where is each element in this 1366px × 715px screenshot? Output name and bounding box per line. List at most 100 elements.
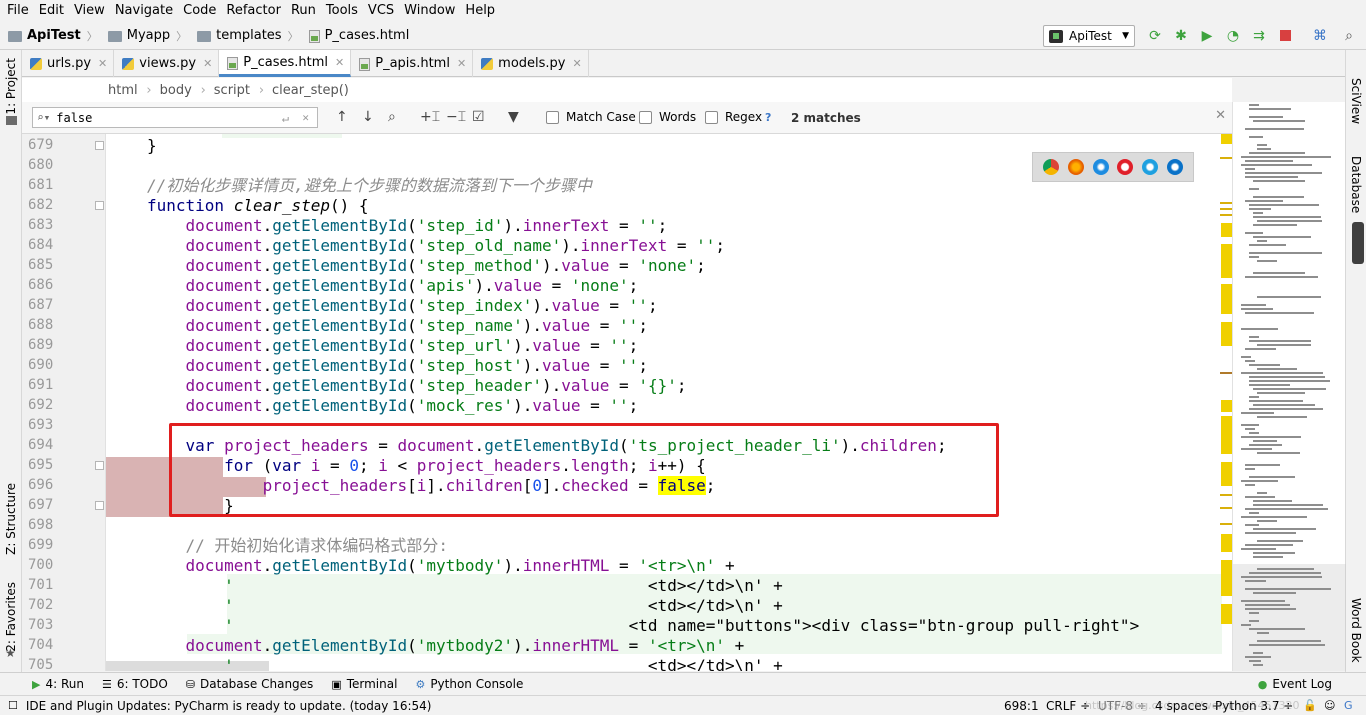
- menu-vcs[interactable]: VCS: [363, 0, 399, 22]
- google-icon[interactable]: G: [1344, 697, 1353, 715]
- sciview-tool-tab[interactable]: SciView: [1349, 78, 1363, 124]
- nav-file[interactable]: P_cases.html: [301, 22, 412, 50]
- next-occurrence-icon[interactable]: ↓: [362, 109, 374, 125]
- close-find-icon[interactable]: ✕: [1215, 108, 1226, 123]
- menu-help[interactable]: Help: [460, 0, 500, 22]
- menu-edit[interactable]: Edit: [34, 0, 69, 22]
- translate-icon[interactable]: ⌘: [1312, 28, 1328, 44]
- tab-p-cases[interactable]: P_cases.html ✕: [219, 50, 352, 77]
- fold-marker[interactable]: [95, 501, 104, 510]
- close-icon[interactable]: ✕: [98, 57, 107, 70]
- select-all-occurrences-icon[interactable]: ☑: [472, 109, 485, 125]
- breadcrumb-body[interactable]: body: [160, 83, 206, 98]
- error-stripe-mark[interactable]: [1221, 284, 1232, 314]
- regex-help-link[interactable]: ?: [765, 111, 771, 124]
- error-stripe-mark[interactable]: [1220, 494, 1232, 496]
- window-icon[interactable]: ☐: [8, 699, 18, 712]
- nav-folder-templates[interactable]: templates 〉: [189, 22, 300, 50]
- nav-project[interactable]: ApiTest 〉: [0, 22, 100, 50]
- chrome-icon[interactable]: [1043, 159, 1060, 175]
- menu-file[interactable]: File: [2, 0, 34, 22]
- tab-p-apis[interactable]: P_apis.html ✕: [351, 50, 474, 77]
- breadcrumb-html[interactable]: html: [108, 83, 151, 98]
- close-icon[interactable]: ✕: [203, 57, 212, 70]
- internet-explorer-icon[interactable]: [1141, 159, 1158, 175]
- clear-icon[interactable]: ✕: [302, 111, 309, 124]
- error-stripe-mark[interactable]: [1220, 372, 1232, 374]
- run-coverage-icon[interactable]: ▶: [1199, 28, 1215, 44]
- error-stripe-mark[interactable]: [1220, 214, 1232, 216]
- menu-navigate[interactable]: Navigate: [110, 0, 178, 22]
- find-all-icon[interactable]: ⌕: [388, 109, 396, 125]
- stop-icon[interactable]: [1277, 28, 1293, 44]
- close-icon[interactable]: ✕: [457, 57, 466, 70]
- database-changes-tool-tab[interactable]: ⛁ Database Changes: [178, 677, 324, 691]
- error-stripe-mark[interactable]: [1220, 208, 1232, 210]
- event-log-tool-tab[interactable]: ● Event Log: [1250, 677, 1342, 691]
- error-stripe-mark[interactable]: [1221, 134, 1232, 144]
- breadcrumb-script[interactable]: script: [214, 83, 265, 98]
- match-case-checkbox[interactable]: Match Case: [546, 110, 636, 124]
- fold-marker[interactable]: [95, 141, 104, 150]
- regex-checkbox[interactable]: Regex: [705, 110, 762, 124]
- tab-views[interactable]: views.py ✕: [114, 50, 220, 77]
- error-stripe-mark[interactable]: [1220, 523, 1232, 525]
- run-config-select[interactable]: ApiTest ▼: [1043, 25, 1135, 47]
- lock-icon[interactable]: 🔓: [1303, 697, 1317, 715]
- remove-occurrence-icon[interactable]: −⌶: [446, 109, 466, 125]
- find-input[interactable]: ⌕▾ false ↵ ✕: [32, 107, 318, 128]
- error-stripe-mark[interactable]: [1221, 604, 1232, 624]
- run-tool-tab[interactable]: ▶ 4: Run: [24, 677, 94, 691]
- line-separator[interactable]: CRLF ÷: [1046, 697, 1090, 715]
- menu-view[interactable]: View: [69, 0, 110, 22]
- python-console-tool-tab[interactable]: ⚙ Python Console: [407, 677, 533, 691]
- error-stripe-mark[interactable]: [1221, 223, 1232, 237]
- error-stripe-mark[interactable]: [1221, 534, 1232, 552]
- project-tool-tab[interactable]: 1: Project: [4, 58, 18, 115]
- error-stripe-mark[interactable]: [1220, 202, 1232, 204]
- code-editor[interactable]: 679 680 681 682 683 684 685 686 687 688 …: [22, 134, 1232, 671]
- profile-icon[interactable]: ◔: [1225, 28, 1241, 44]
- menu-refactor[interactable]: Refactor: [221, 0, 286, 22]
- database-tool-tab[interactable]: Database: [1349, 156, 1363, 213]
- fold-marker[interactable]: [95, 461, 104, 470]
- rerun-icon[interactable]: ⟳: [1147, 28, 1163, 44]
- code-minimap[interactable]: [1232, 102, 1346, 671]
- menu-window[interactable]: Window: [399, 0, 460, 22]
- structure-tool-tab[interactable]: Z: Structure: [4, 483, 18, 555]
- add-occurrence-icon[interactable]: +⌶: [420, 109, 440, 125]
- search-everywhere-icon[interactable]: ⌕: [1341, 28, 1357, 44]
- error-stripe-mark[interactable]: [1220, 157, 1232, 159]
- favorites-tool-tab[interactable]: 2: Favorites: [4, 582, 18, 652]
- scrollbar-thumb[interactable]: [1352, 222, 1364, 264]
- concurrency-icon[interactable]: ⇉: [1251, 28, 1267, 44]
- caret-position[interactable]: 698:1: [1004, 697, 1039, 715]
- edge-icon[interactable]: [1166, 159, 1183, 175]
- close-icon[interactable]: ✕: [335, 56, 344, 69]
- safari-icon[interactable]: [1092, 159, 1109, 175]
- words-checkbox[interactable]: Words: [639, 110, 696, 124]
- menu-code[interactable]: Code: [178, 0, 221, 22]
- error-stripe-mark[interactable]: [1221, 400, 1232, 412]
- close-icon[interactable]: ✕: [573, 57, 582, 70]
- newline-icon[interactable]: ↵: [282, 111, 289, 125]
- inspector-icon[interactable]: ☺: [1324, 697, 1335, 715]
- error-stripe-mark[interactable]: [1221, 416, 1232, 454]
- filter-icon[interactable]: ▼: [508, 109, 519, 125]
- tab-models[interactable]: models.py ✕: [473, 50, 589, 77]
- firefox-icon[interactable]: [1067, 159, 1084, 175]
- error-stripe-mark[interactable]: [1221, 560, 1232, 596]
- opera-icon[interactable]: [1117, 159, 1134, 175]
- tab-urls[interactable]: urls.py ✕: [22, 50, 115, 77]
- debug-icon[interactable]: ✱: [1173, 28, 1189, 44]
- error-stripe-mark[interactable]: [1221, 322, 1232, 346]
- error-stripe-mark[interactable]: [1221, 244, 1232, 278]
- fold-marker[interactable]: [95, 201, 104, 210]
- nav-folder-myapp[interactable]: Myapp 〉: [100, 22, 189, 50]
- terminal-tool-tab[interactable]: ▣ Terminal: [323, 677, 407, 691]
- error-stripe-mark[interactable]: [1220, 507, 1232, 509]
- wordbook-tool-tab[interactable]: Word Book: [1349, 598, 1363, 663]
- previous-occurrence-icon[interactable]: ↑: [336, 109, 348, 125]
- menu-run[interactable]: Run: [286, 0, 321, 22]
- todo-tool-tab[interactable]: ☰ 6: TODO: [94, 677, 178, 691]
